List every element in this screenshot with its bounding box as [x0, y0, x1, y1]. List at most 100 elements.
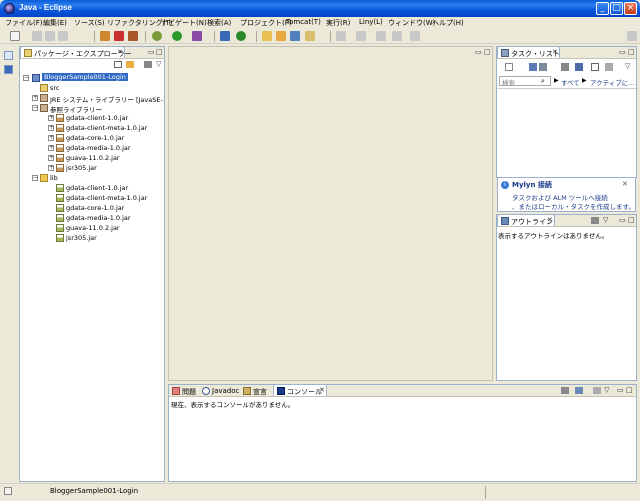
status-divider — [485, 486, 486, 499]
save-icon[interactable] — [32, 31, 42, 41]
minimize-button[interactable]: _ — [596, 2, 609, 15]
expand-icon[interactable]: + — [48, 135, 54, 141]
expand-icon[interactable]: + — [48, 125, 54, 131]
menu-project[interactable]: プロジェクト(P) — [240, 18, 292, 28]
java-perspective-icon[interactable] — [4, 65, 13, 74]
back-icon[interactable] — [392, 31, 402, 41]
minimize-icon[interactable]: ▭ — [617, 386, 624, 394]
filter-all-link[interactable]: すべて — [561, 77, 580, 87]
collapse-icon[interactable]: − — [32, 175, 38, 181]
restore-view-icon[interactable] — [4, 51, 13, 60]
run-icon[interactable] — [172, 31, 182, 41]
minimize-icon[interactable]: ▭ — [475, 48, 482, 56]
menu-help[interactable]: ヘルプ(H) — [432, 18, 464, 28]
expand-icon[interactable]: + — [48, 115, 54, 121]
jar-icon — [56, 134, 64, 142]
close-icon[interactable]: ✕ — [319, 386, 325, 394]
pin-console-icon[interactable] — [561, 387, 569, 394]
next-annotation-icon[interactable] — [336, 31, 346, 41]
tomcat-restart-icon[interactable] — [128, 31, 138, 41]
tab-problems[interactable]: 問題 — [182, 387, 196, 397]
search-icon[interactable] — [290, 31, 300, 41]
menu-search[interactable]: 検索(A) — [207, 18, 231, 28]
maximize-icon[interactable]: □ — [626, 386, 633, 394]
task-list-tab[interactable]: タスク・リスト ✕ — [497, 46, 560, 58]
open-type-icon[interactable] — [262, 31, 272, 41]
forward-icon[interactable] — [410, 31, 420, 41]
expand-icon[interactable]: + — [32, 95, 38, 101]
new-class-icon[interactable] — [236, 31, 246, 41]
search-icon[interactable]: ⌕ — [541, 77, 545, 86]
task-search-input[interactable]: 検索 ⌕ — [499, 76, 551, 87]
menu-source[interactable]: ソース(S) — [74, 18, 105, 28]
view-menu-icon[interactable] — [591, 217, 599, 224]
maximize-icon[interactable]: □ — [484, 48, 491, 56]
close-button[interactable]: × — [624, 2, 637, 15]
new-java-project-icon[interactable] — [220, 31, 230, 41]
package-explorer-panel: パッケージ・エクスプローラー ✕ ▭ □ ▽ − BloggerSample00… — [19, 46, 165, 482]
close-icon[interactable]: ✕ — [117, 48, 123, 56]
new-task-icon[interactable] — [505, 63, 513, 71]
close-icon[interactable]: ✕ — [547, 216, 553, 224]
collapse-icon[interactable]: − — [23, 75, 29, 81]
minimize-icon[interactable]: ▭ — [619, 216, 626, 224]
print-icon[interactable] — [58, 31, 68, 41]
menu-edit[interactable]: 編集(E) — [43, 18, 67, 28]
maximize-icon[interactable]: □ — [628, 216, 635, 224]
toolbar-overflow[interactable] — [627, 31, 637, 41]
package-explorer-tab[interactable]: パッケージ・エクスプローラー ✕ — [20, 46, 132, 58]
view-menu-icon[interactable] — [144, 61, 152, 68]
scheduled-icon[interactable] — [539, 63, 547, 71]
external-tools-icon[interactable] — [192, 31, 202, 41]
pen-icon[interactable] — [305, 31, 315, 41]
outline-tab[interactable]: アウトライン ✕ — [497, 214, 555, 226]
filter-active-link[interactable]: アクティブに... — [590, 77, 634, 87]
menu-tomcat[interactable]: Tomcat(T) — [286, 18, 321, 26]
link-with-editor-icon[interactable] — [126, 61, 134, 68]
new-icon[interactable] — [10, 31, 20, 41]
sync-icon[interactable] — [575, 63, 583, 71]
menu-navigate[interactable]: ナビゲート(N) — [161, 18, 207, 28]
close-icon[interactable]: ✕ — [552, 48, 558, 56]
tab-javadoc[interactable]: Javadoc — [212, 387, 239, 395]
maximize-icon[interactable]: □ — [628, 48, 635, 56]
chevron-down-icon[interactable]: ▽ — [156, 60, 161, 68]
menu-file[interactable]: ファイル(F) — [5, 18, 43, 28]
chevron-down-icon[interactable]: ▽ — [603, 216, 608, 224]
menu-liny[interactable]: Liny(L) — [359, 18, 383, 26]
focus-icon[interactable] — [561, 63, 569, 71]
minimize-icon[interactable]: ▭ — [619, 48, 626, 56]
chevron-down-icon[interactable]: ▽ — [625, 62, 630, 70]
minimize-icon[interactable]: ▭ — [148, 48, 155, 56]
open-console-icon[interactable] — [593, 387, 601, 394]
tomcat-start-icon[interactable] — [100, 31, 110, 41]
prev-annotation-icon[interactable] — [356, 31, 366, 41]
menu-window[interactable]: ウィンドウ(W) — [388, 18, 435, 28]
save-all-icon[interactable] — [45, 31, 55, 41]
categorized-icon[interactable] — [529, 63, 537, 71]
expand-icon[interactable]: + — [48, 165, 54, 171]
collapse-icon[interactable]: − — [32, 105, 38, 111]
maximize-button[interactable]: □ — [610, 2, 623, 15]
expand-all-icon[interactable] — [605, 63, 613, 71]
maximize-icon[interactable]: □ — [156, 48, 163, 56]
expand-icon[interactable]: + — [48, 145, 54, 151]
chevron-down-icon[interactable]: ▽ — [604, 386, 609, 394]
collapse-all-icon[interactable] — [114, 61, 122, 68]
menu-run[interactable]: 実行(R) — [326, 18, 350, 28]
console-tab[interactable]: コンソール ✕ — [273, 384, 327, 396]
last-edit-icon[interactable] — [376, 31, 386, 41]
jar-label: gdata-media-1.0.jar — [66, 144, 131, 152]
tab-declaration[interactable]: 宣言 — [253, 387, 267, 397]
close-icon[interactable]: ✕ — [622, 180, 628, 188]
display-console-icon[interactable] — [575, 387, 583, 394]
tomcat-stop-icon[interactable] — [114, 31, 124, 41]
open-task-icon[interactable] — [276, 31, 286, 41]
collapse-all-icon[interactable] — [591, 63, 599, 71]
java-project-icon — [32, 74, 40, 82]
expand-icon[interactable]: + — [48, 155, 54, 161]
fast-view-icon[interactable] — [4, 487, 12, 495]
mylyn-create-link[interactable]: 、またはローカル・タスクを作成します。 — [512, 201, 635, 211]
toolbar-separator — [214, 31, 215, 42]
debug-icon[interactable] — [152, 31, 162, 41]
